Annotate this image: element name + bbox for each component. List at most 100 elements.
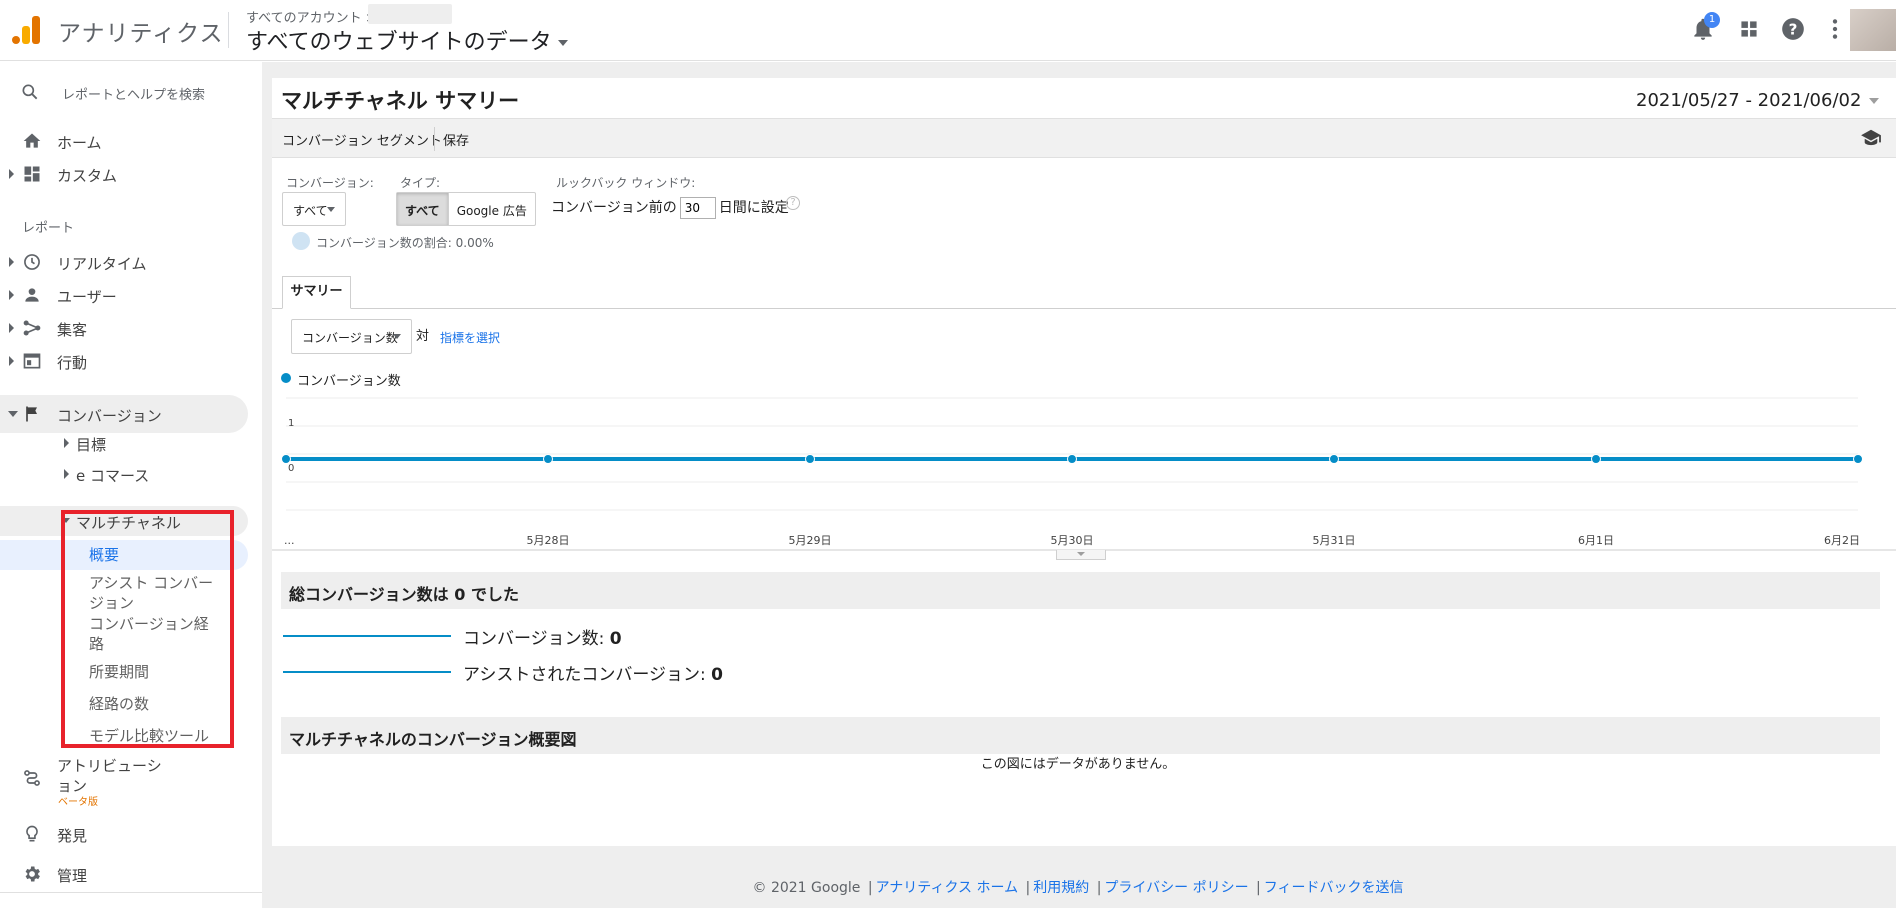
multichannel-overview-title: マルチチャネルのコンバージョン概要図 bbox=[289, 730, 577, 749]
sidebar-item-label: カスタム bbox=[57, 167, 118, 185]
sidebar-item-label: 行動 bbox=[57, 354, 88, 372]
chevron-right-icon bbox=[9, 323, 14, 333]
data-point[interactable] bbox=[543, 454, 553, 464]
avatar[interactable] bbox=[1850, 9, 1896, 51]
ratio-indicator bbox=[292, 232, 310, 250]
chevron-right-icon bbox=[9, 290, 14, 300]
svg-text:?: ? bbox=[1789, 20, 1798, 38]
beta-badge: ベータ版 bbox=[58, 797, 98, 808]
type-all-button[interactable]: すべて bbox=[397, 193, 449, 225]
sidebar-item-label: リアルタイム bbox=[57, 255, 147, 273]
chevron-down-icon bbox=[327, 207, 335, 212]
x-tick-label: 5月30日 bbox=[1051, 534, 1094, 547]
footer-link-terms[interactable]: 利用規約 bbox=[1033, 880, 1089, 896]
report-search[interactable]: レポートとヘルプを検索 bbox=[0, 72, 262, 112]
chevron-down-icon bbox=[557, 40, 568, 46]
lookback-days-input[interactable] bbox=[679, 197, 716, 219]
x-tick-label: 6月2日 bbox=[1824, 534, 1860, 547]
vs-label: 対 bbox=[416, 329, 430, 344]
conversion-count-value: 0 bbox=[609, 629, 622, 649]
x-tick-label: 6月1日 bbox=[1578, 534, 1614, 547]
chart-collapse-handle[interactable] bbox=[1056, 550, 1106, 560]
type-label: タイプ: bbox=[400, 176, 441, 190]
sidebar-item-label: 発見 bbox=[57, 827, 88, 845]
more-vert-icon bbox=[1832, 19, 1838, 39]
sidebar-item-label: ホーム bbox=[57, 134, 102, 152]
home-icon bbox=[23, 133, 41, 148]
property-selector[interactable]: すべてのウェブサイトのデータ bbox=[246, 24, 568, 56]
select-metric-link[interactable]: 指標を選択 bbox=[440, 329, 500, 346]
search-icon bbox=[22, 84, 38, 100]
sidebar-item-custom[interactable]: カスタム bbox=[0, 155, 248, 193]
sidebar-item-ecommerce[interactable]: e コマース bbox=[0, 459, 248, 489]
account-name-redacted bbox=[368, 4, 452, 24]
chevron-down-icon bbox=[1869, 98, 1880, 104]
lightbulb-icon bbox=[26, 825, 38, 842]
data-point[interactable] bbox=[1329, 454, 1339, 464]
sidebar-item-label: e コマース bbox=[76, 467, 150, 485]
conversion-count: コンバージョン数: 0 bbox=[463, 624, 622, 649]
page-title: マルチチャネル サマリー bbox=[281, 89, 520, 113]
notifications-button[interactable]: 1 bbox=[1690, 12, 1720, 42]
save-button[interactable]: 保存 bbox=[443, 130, 469, 149]
chevron-down-icon bbox=[393, 334, 401, 339]
conversion-line-chart[interactable]: 1 0... 5月28日 5月29日 5月30日 5月31日 6月1日 6月2日 bbox=[272, 390, 1896, 560]
conversion-label: コンバージョン: bbox=[286, 176, 374, 190]
more-options-button[interactable] bbox=[1822, 16, 1848, 42]
help-button[interactable]: ? bbox=[1780, 16, 1806, 42]
help-icon[interactable]: ? bbox=[786, 196, 800, 210]
chevron-down-icon bbox=[8, 411, 18, 417]
y-tick-label: 0 bbox=[288, 463, 294, 474]
sidebar-item-discover[interactable]: 発見 bbox=[0, 815, 248, 853]
property-name: すべてのウェブサイトのデータ bbox=[246, 30, 552, 55]
data-point[interactable] bbox=[1067, 454, 1077, 464]
sidebar-item-label: 目標 bbox=[76, 436, 107, 454]
sidebar-item-label: ユーザー bbox=[57, 288, 117, 306]
analytics-logo-icon[interactable] bbox=[12, 14, 42, 44]
flag-icon bbox=[26, 406, 37, 422]
x-tick-label: ... bbox=[284, 534, 295, 547]
data-point[interactable] bbox=[805, 454, 815, 464]
sidebar-item-label: 集客 bbox=[57, 321, 88, 339]
legend-label: コンバージョン数 bbox=[297, 374, 401, 389]
graduation-cap-icon[interactable] bbox=[1860, 128, 1882, 146]
x-tick-label: 5月31日 bbox=[1313, 534, 1356, 547]
segment-bar: コンバージョン セグメント 保存 bbox=[272, 118, 1896, 158]
series-line-swatch bbox=[283, 671, 451, 673]
apps-button[interactable] bbox=[1736, 16, 1762, 42]
data-point[interactable] bbox=[1853, 454, 1863, 464]
acquisition-icon bbox=[23, 320, 41, 336]
data-point[interactable] bbox=[281, 454, 291, 464]
date-range-picker[interactable]: 2021/05/27 - 2021/06/02 bbox=[1636, 90, 1880, 111]
footer: © 2021 Google | アナリティクス ホーム | 利用規約 | プライバシー… bbox=[752, 880, 1404, 896]
chevron-right-icon bbox=[9, 356, 14, 366]
metric-dropdown[interactable]: コンバージョン数 bbox=[291, 319, 412, 354]
notification-badge: 1 bbox=[1704, 12, 1720, 28]
app-name: アナリティクス bbox=[58, 21, 224, 47]
footer-link-feedback[interactable]: フィードバックを送信 bbox=[1264, 880, 1404, 896]
sidebar: レポートとヘルプを検索 ホーム カスタム レポート リアルタイム ユーザー 集客… bbox=[0, 62, 262, 908]
conversion-segment-button[interactable]: コンバージョン セグメント bbox=[282, 130, 442, 149]
assisted-conversions: アシストされたコンバージョン: 0 bbox=[463, 660, 723, 685]
sidebar-item-goals[interactable]: 目標 bbox=[0, 428, 248, 458]
footer-link-analytics-home[interactable]: アナリティクス ホーム bbox=[876, 880, 1019, 896]
tab-summary[interactable]: サマリー bbox=[282, 276, 351, 309]
multichannel-overview-heading: マルチチャネルのコンバージョン概要図 bbox=[281, 717, 1880, 754]
conversion-dropdown-value: すべて bbox=[293, 204, 328, 218]
lookback-prefix: コンバージョン前の bbox=[551, 200, 677, 216]
footer-link-privacy[interactable]: プライバシー ポリシー bbox=[1104, 880, 1248, 896]
sidebar-item-behavior[interactable]: 行動 bbox=[0, 342, 248, 380]
assisted-conversions-label: アシストされたコンバージョン: bbox=[463, 665, 706, 685]
no-data-message: この図にはデータがありません。 bbox=[980, 757, 1176, 772]
apps-grid-icon bbox=[1741, 21, 1757, 37]
lookback-window: コンバージョン前の 日間に設定 bbox=[551, 197, 789, 219]
dashboard-icon bbox=[24, 166, 40, 182]
legend-dot bbox=[281, 373, 291, 383]
type-google-ads-button[interactable]: Google 広告 bbox=[449, 193, 535, 225]
conversion-dropdown[interactable]: すべて bbox=[282, 192, 346, 226]
data-point[interactable] bbox=[1591, 454, 1601, 464]
y-tick-label: 1 bbox=[288, 418, 294, 429]
tab-underline bbox=[272, 308, 1896, 309]
chevron-right-icon bbox=[64, 469, 69, 479]
conversion-count-label: コンバージョン数: bbox=[463, 629, 605, 649]
